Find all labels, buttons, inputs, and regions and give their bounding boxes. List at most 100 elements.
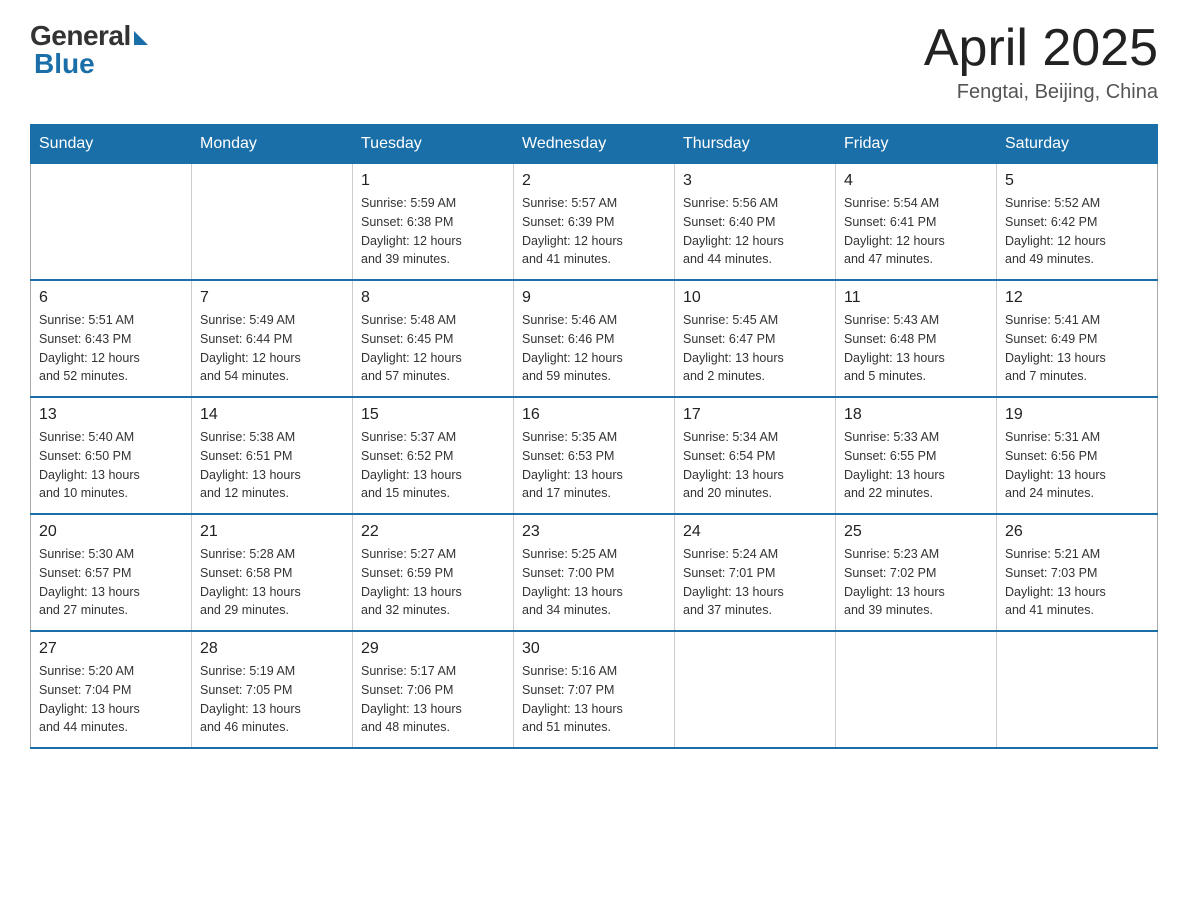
calendar-cell: 10Sunrise: 5:45 AM Sunset: 6:47 PM Dayli… — [675, 280, 836, 397]
day-info: Sunrise: 5:28 AM Sunset: 6:58 PM Dayligh… — [200, 545, 344, 620]
calendar-cell: 12 Sunrise: 5:41 AM Sunset: 6:49 PM Dayli… — [997, 280, 1158, 397]
day-info: Sunrise: 5:33 AM Sunset: 6:55 PM Dayligh… — [844, 428, 988, 503]
day-number: 20 — [39, 523, 183, 541]
calendar-cell — [31, 164, 192, 281]
day-number: 23 — [522, 523, 666, 541]
calendar-table: SundayMondayTuesdayWednesdayThursdayFrid… — [30, 124, 1158, 749]
calendar-cell: 8 Sunrise: 5:48 AM Sunset: 6:45 PM Daylig… — [353, 280, 514, 397]
calendar-cell: 21 Sunrise: 5:28 AM Sunset: 6:58 PM Dayli… — [192, 514, 353, 631]
calendar-cell: 13Sunrise: 5:40 AM Sunset: 6:50 PM Dayli… — [31, 397, 192, 514]
day-info: Sunrise: 5:38 AM Sunset: 6:51 PM Dayligh… — [200, 428, 344, 503]
day-info: Sunrise: 5:37 AM Sunset: 6:52 PM Dayligh… — [361, 428, 505, 503]
calendar-header-thursday: Thursday — [675, 125, 836, 164]
calendar-cell — [192, 164, 353, 281]
day-info: Sunrise: 5:16 AM Sunset: 7:07 PM Dayligh… — [522, 662, 666, 737]
day-number: 28 — [200, 640, 344, 658]
day-number: 19 — [1005, 406, 1149, 424]
calendar-header-friday: Friday — [836, 125, 997, 164]
day-number: 26 — [1005, 523, 1149, 541]
logo-arrow-icon — [134, 31, 148, 45]
day-number: 5 — [1005, 172, 1149, 190]
day-number: 25 — [844, 523, 988, 541]
day-info: Sunrise: 5:19 AM Sunset: 7:05 PM Dayligh… — [200, 662, 344, 737]
calendar-header-tuesday: Tuesday — [353, 125, 514, 164]
day-info: Sunrise: 5:56 AM Sunset: 6:40 PM Dayligh… — [683, 194, 827, 269]
day-number: 1 — [361, 172, 505, 190]
day-info: Sunrise: 5:30 AM Sunset: 6:57 PM Dayligh… — [39, 545, 183, 620]
calendar-week-row: 27Sunrise: 5:20 AM Sunset: 7:04 PM Dayli… — [31, 631, 1158, 748]
calendar-cell: 15 Sunrise: 5:37 AM Sunset: 6:52 PM Dayli… — [353, 397, 514, 514]
calendar-cell: 9Sunrise: 5:46 AM Sunset: 6:46 PM Daylig… — [514, 280, 675, 397]
day-info: Sunrise: 5:24 AM Sunset: 7:01 PM Dayligh… — [683, 545, 827, 620]
title-section: April 2025 Fengtai, Beijing, China — [924, 20, 1158, 104]
day-number: 29 — [361, 640, 505, 658]
calendar-cell: 29 Sunrise: 5:17 AM Sunset: 7:06 PM Dayli… — [353, 631, 514, 748]
calendar-cell: 11 Sunrise: 5:43 AM Sunset: 6:48 PM Dayli… — [836, 280, 997, 397]
day-info: Sunrise: 5:25 AM Sunset: 7:00 PM Dayligh… — [522, 545, 666, 620]
day-info: Sunrise: 5:43 AM Sunset: 6:48 PM Dayligh… — [844, 311, 988, 386]
calendar-cell: 2 Sunrise: 5:57 AM Sunset: 6:39 PM Daylig… — [514, 164, 675, 281]
day-info: Sunrise: 5:31 AM Sunset: 6:56 PM Dayligh… — [1005, 428, 1149, 503]
calendar-cell: 27Sunrise: 5:20 AM Sunset: 7:04 PM Dayli… — [31, 631, 192, 748]
day-number: 11 — [844, 289, 988, 307]
calendar-cell: 6 Sunrise: 5:51 AM Sunset: 6:43 PM Daylig… — [31, 280, 192, 397]
day-number: 12 — [1005, 289, 1149, 307]
day-info: Sunrise: 5:17 AM Sunset: 7:06 PM Dayligh… — [361, 662, 505, 737]
calendar-week-row: 6 Sunrise: 5:51 AM Sunset: 6:43 PM Daylig… — [31, 280, 1158, 397]
day-number: 22 — [361, 523, 505, 541]
day-number: 18 — [844, 406, 988, 424]
day-number: 16 — [522, 406, 666, 424]
calendar-week-row: 13Sunrise: 5:40 AM Sunset: 6:50 PM Dayli… — [31, 397, 1158, 514]
day-info: Sunrise: 5:27 AM Sunset: 6:59 PM Dayligh… — [361, 545, 505, 620]
day-info: Sunrise: 5:52 AM Sunset: 6:42 PM Dayligh… — [1005, 194, 1149, 269]
day-info: Sunrise: 5:51 AM Sunset: 6:43 PM Dayligh… — [39, 311, 183, 386]
day-number: 2 — [522, 172, 666, 190]
day-number: 3 — [683, 172, 827, 190]
location-subtitle: Fengtai, Beijing, China — [924, 81, 1158, 104]
calendar-header-sunday: Sunday — [31, 125, 192, 164]
day-info: Sunrise: 5:41 AM Sunset: 6:49 PM Dayligh… — [1005, 311, 1149, 386]
calendar-header-saturday: Saturday — [997, 125, 1158, 164]
calendar-cell: 30 Sunrise: 5:16 AM Sunset: 7:07 PM Dayli… — [514, 631, 675, 748]
day-number: 27 — [39, 640, 183, 658]
calendar-cell: 17Sunrise: 5:34 AM Sunset: 6:54 PM Dayli… — [675, 397, 836, 514]
calendar-cell: 5 Sunrise: 5:52 AM Sunset: 6:42 PM Daylig… — [997, 164, 1158, 281]
page-header: General Blue April 2025 Fengtai, Beijing… — [30, 20, 1158, 104]
calendar-cell: 25Sunrise: 5:23 AM Sunset: 7:02 PM Dayli… — [836, 514, 997, 631]
day-number: 17 — [683, 406, 827, 424]
day-info: Sunrise: 5:35 AM Sunset: 6:53 PM Dayligh… — [522, 428, 666, 503]
day-number: 13 — [39, 406, 183, 424]
day-number: 30 — [522, 640, 666, 658]
day-info: Sunrise: 5:49 AM Sunset: 6:44 PM Dayligh… — [200, 311, 344, 386]
day-info: Sunrise: 5:48 AM Sunset: 6:45 PM Dayligh… — [361, 311, 505, 386]
day-number: 14 — [200, 406, 344, 424]
day-number: 9 — [522, 289, 666, 307]
logo-blue-text: Blue — [30, 48, 95, 80]
day-number: 15 — [361, 406, 505, 424]
day-number: 8 — [361, 289, 505, 307]
calendar-header-wednesday: Wednesday — [514, 125, 675, 164]
calendar-cell: 26Sunrise: 5:21 AM Sunset: 7:03 PM Dayli… — [997, 514, 1158, 631]
month-year-title: April 2025 — [924, 20, 1158, 77]
calendar-cell: 1Sunrise: 5:59 AM Sunset: 6:38 PM Daylig… — [353, 164, 514, 281]
day-number: 10 — [683, 289, 827, 307]
calendar-cell: 7 Sunrise: 5:49 AM Sunset: 6:44 PM Daylig… — [192, 280, 353, 397]
calendar-cell: 20 Sunrise: 5:30 AM Sunset: 6:57 PM Dayli… — [31, 514, 192, 631]
calendar-cell: 28 Sunrise: 5:19 AM Sunset: 7:05 PM Dayli… — [192, 631, 353, 748]
calendar-week-row: 1Sunrise: 5:59 AM Sunset: 6:38 PM Daylig… — [31, 164, 1158, 281]
calendar-week-row: 20 Sunrise: 5:30 AM Sunset: 6:57 PM Dayli… — [31, 514, 1158, 631]
calendar-cell: 23 Sunrise: 5:25 AM Sunset: 7:00 PM Dayli… — [514, 514, 675, 631]
calendar-header-row: SundayMondayTuesdayWednesdayThursdayFrid… — [31, 125, 1158, 164]
calendar-header-monday: Monday — [192, 125, 353, 164]
calendar-cell — [997, 631, 1158, 748]
day-number: 24 — [683, 523, 827, 541]
calendar-cell: 16 Sunrise: 5:35 AM Sunset: 6:53 PM Dayli… — [514, 397, 675, 514]
day-number: 6 — [39, 289, 183, 307]
calendar-cell — [836, 631, 997, 748]
day-number: 21 — [200, 523, 344, 541]
calendar-cell: 19 Sunrise: 5:31 AM Sunset: 6:56 PM Dayli… — [997, 397, 1158, 514]
day-number: 7 — [200, 289, 344, 307]
calendar-cell: 24 Sunrise: 5:24 AM Sunset: 7:01 PM Dayli… — [675, 514, 836, 631]
calendar-cell: 3 Sunrise: 5:56 AM Sunset: 6:40 PM Daylig… — [675, 164, 836, 281]
day-info: Sunrise: 5:57 AM Sunset: 6:39 PM Dayligh… — [522, 194, 666, 269]
